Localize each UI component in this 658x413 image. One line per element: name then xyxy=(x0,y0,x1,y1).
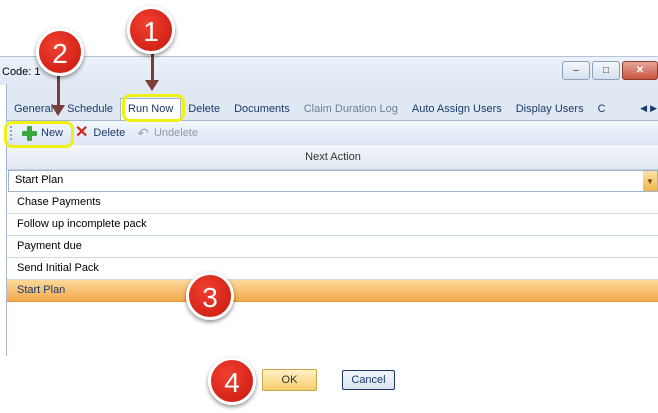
dropdown-value: Start Plan xyxy=(15,174,64,186)
undo-arrow-icon: ↶ xyxy=(137,125,149,141)
tab-display-users[interactable]: Display Users xyxy=(509,98,591,120)
tab-delete[interactable]: Delete xyxy=(181,98,227,120)
cancel-button[interactable]: Cancel xyxy=(342,370,395,390)
tab-schedule[interactable]: Schedule xyxy=(60,98,120,120)
highlight-run-now xyxy=(122,94,185,122)
next-action-dropdown[interactable]: Start Plan ▼ xyxy=(8,170,658,192)
next-action-grid: Next Action Start Plan ▼ Chase Payments … xyxy=(7,145,658,356)
window-title-bar: Code: 1 – □ ✕ xyxy=(0,56,658,85)
step-3-badge: 3 xyxy=(186,272,234,320)
window-controls: – □ ✕ xyxy=(560,61,658,80)
step-4-badge: 4 xyxy=(208,357,256,405)
toolbar: New ✕ Delete ↶ Undelete xyxy=(7,120,658,145)
list-item[interactable]: Payment due xyxy=(7,236,658,258)
list-item[interactable]: Chase Payments xyxy=(7,192,658,214)
tab-scroll-controls: ◀ ▶ xyxy=(640,103,657,114)
dropdown-arrow-icon[interactable]: ▼ xyxy=(643,171,657,191)
tab-overflow[interactable]: C xyxy=(591,98,613,120)
arrowhead-step1 xyxy=(145,80,159,91)
step-2-badge: 2 xyxy=(36,28,84,76)
tab-strip: General Schedule Run Now Delete Document… xyxy=(7,98,658,120)
arrowhead-step2 xyxy=(51,105,65,116)
undelete-button-label: Undelete xyxy=(153,127,198,139)
highlight-new-button xyxy=(4,121,74,148)
delete-button[interactable]: ✕ Delete xyxy=(69,122,131,144)
list-item-selected[interactable]: Start Plan xyxy=(7,280,658,302)
list-item[interactable]: Follow up incomplete pack xyxy=(7,214,658,236)
minimize-button[interactable]: – xyxy=(562,61,590,80)
window-title: Code: 1 xyxy=(2,66,41,78)
close-button[interactable]: ✕ xyxy=(622,61,658,80)
undelete-button[interactable]: ↶ Undelete xyxy=(131,122,204,144)
delete-x-icon: ✕ xyxy=(75,124,89,141)
tab-prev-icon[interactable]: ◀ xyxy=(640,103,647,114)
tab-auto-assign-users[interactable]: Auto Assign Users xyxy=(405,98,509,120)
ok-button[interactable]: OK xyxy=(262,369,317,391)
tab-next-icon[interactable]: ▶ xyxy=(650,103,657,114)
delete-button-label: Delete xyxy=(93,127,126,139)
step-1-badge: 1 xyxy=(127,6,175,54)
maximize-button[interactable]: □ xyxy=(592,61,620,80)
tab-claim-duration-log[interactable]: Claim Duration Log xyxy=(297,98,405,120)
list-item[interactable]: Send Initial Pack xyxy=(7,258,658,280)
main-panel: General Schedule Run Now Delete Document… xyxy=(6,84,658,356)
tab-documents[interactable]: Documents xyxy=(227,98,297,120)
column-header-next-action[interactable]: Next Action xyxy=(7,145,658,170)
